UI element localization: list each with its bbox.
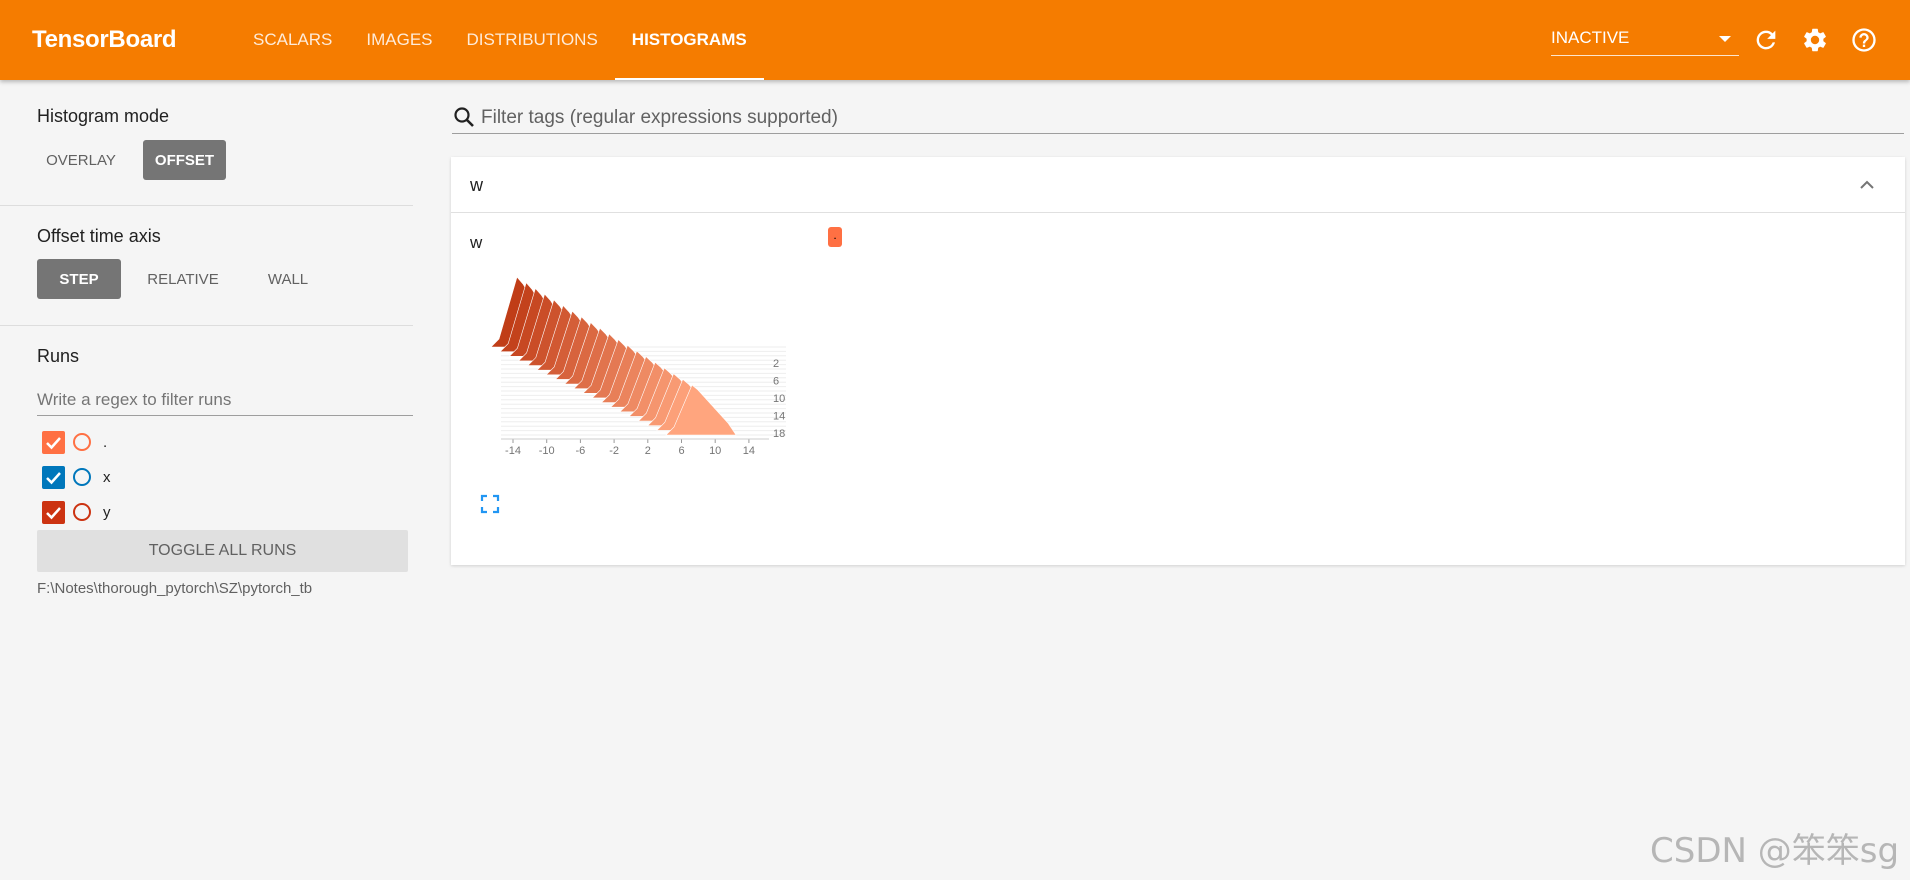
y-tick-label: 6 bbox=[773, 376, 779, 388]
relative-button[interactable]: RELATIVE bbox=[134, 259, 232, 299]
run-checkbox[interactable] bbox=[42, 430, 65, 454]
x-tick-label: -6 bbox=[576, 445, 586, 457]
x-tick-label: -2 bbox=[609, 445, 619, 457]
tag-filter-placeholder: Filter tags (regular expressions support… bbox=[481, 107, 838, 128]
settings-icon[interactable] bbox=[1801, 26, 1829, 54]
run-item[interactable]: y bbox=[42, 498, 111, 526]
run-checkbox[interactable] bbox=[42, 465, 65, 489]
x-tick-label: 10 bbox=[709, 445, 721, 457]
tab-images[interactable]: IMAGES bbox=[349, 0, 449, 80]
offset-time-axis-title: Offset time axis bbox=[37, 226, 161, 246]
histogram-chart: -14 -10 -6 -2 2 6 10 14 2 6 10 14 18 bbox=[490, 276, 786, 457]
x-tick-label: 2 bbox=[645, 445, 651, 457]
histogram-card-title: w bbox=[470, 233, 483, 252]
offset-button[interactable]: OFFSET bbox=[143, 140, 226, 180]
help-icon[interactable] bbox=[1850, 26, 1878, 54]
tab-scalars[interactable]: SCALARS bbox=[236, 0, 349, 80]
run-label: x bbox=[103, 468, 111, 486]
app-title: TensorBoard bbox=[32, 26, 177, 53]
search-icon bbox=[454, 107, 474, 127]
y-tick-label: 10 bbox=[773, 393, 785, 405]
inactive-dashboards-select[interactable]: INACTIVE bbox=[1551, 28, 1739, 56]
run-chip: . bbox=[828, 227, 842, 247]
x-tick-label: 14 bbox=[743, 445, 755, 457]
overlay-button[interactable]: OVERLAY bbox=[37, 140, 125, 180]
fullscreen-icon[interactable] bbox=[480, 494, 500, 514]
divider bbox=[0, 205, 413, 206]
wall-button[interactable]: WALL bbox=[248, 259, 328, 299]
top-bar: TensorBoard SCALARS IMAGES DISTRIBUTIONS… bbox=[0, 0, 1910, 80]
tag-filter[interactable]: Filter tags (regular expressions support… bbox=[452, 100, 1904, 134]
dropdown-caret-icon bbox=[1719, 36, 1731, 42]
run-color-picker[interactable] bbox=[73, 433, 91, 451]
x-tick-label: -14 bbox=[505, 445, 521, 457]
sidebar: Histogram mode OVERLAY OFFSET Offset tim… bbox=[0, 80, 413, 880]
run-item[interactable]: x bbox=[42, 463, 111, 491]
inactive-select-value: INACTIVE bbox=[1551, 28, 1630, 47]
y-tick-label: 2 bbox=[773, 358, 779, 370]
run-color-picker[interactable] bbox=[73, 503, 91, 521]
check-icon bbox=[46, 506, 61, 519]
x-tick-label: -10 bbox=[539, 445, 555, 457]
runs-filter-input[interactable] bbox=[37, 384, 413, 416]
divider bbox=[0, 325, 413, 326]
watermark: CSDN @笨笨sg bbox=[1650, 831, 1900, 871]
check-icon bbox=[46, 436, 61, 449]
check-icon bbox=[46, 471, 61, 484]
run-label: . bbox=[103, 433, 108, 451]
chevron-up-icon[interactable] bbox=[1855, 173, 1879, 197]
pane-name: w bbox=[470, 175, 483, 195]
y-tick-label: 18 bbox=[773, 428, 785, 440]
refresh-icon[interactable] bbox=[1752, 26, 1780, 54]
y-tick-label: 14 bbox=[773, 411, 785, 423]
run-label: y bbox=[103, 503, 111, 521]
run-checkbox[interactable] bbox=[42, 500, 65, 524]
run-item[interactable]: . bbox=[42, 428, 107, 456]
tab-histograms[interactable]: HISTOGRAMS bbox=[614, 0, 764, 80]
tag-pane: w w . -14 -10 -6 -2 2 6 10 14 2 6 10 14 18 bbox=[451, 157, 1905, 565]
step-button[interactable]: STEP bbox=[37, 259, 121, 299]
log-directory: F:\Notes\thorough_pytorch\SZ\pytorch_tb bbox=[37, 580, 313, 597]
nav-tabs: SCALARS IMAGES DISTRIBUTIONS HISTOGRAMS bbox=[236, 0, 764, 80]
runs-title: Runs bbox=[37, 346, 80, 366]
run-color-picker[interactable] bbox=[73, 468, 91, 486]
pane-header[interactable]: w bbox=[451, 157, 1905, 213]
toggle-all-runs-button[interactable]: TOGGLE ALL RUNS bbox=[37, 530, 408, 572]
tab-distributions[interactable]: DISTRIBUTIONS bbox=[450, 0, 615, 80]
x-tick-label: 6 bbox=[678, 445, 684, 457]
histogram-mode-title: Histogram mode bbox=[37, 106, 170, 126]
